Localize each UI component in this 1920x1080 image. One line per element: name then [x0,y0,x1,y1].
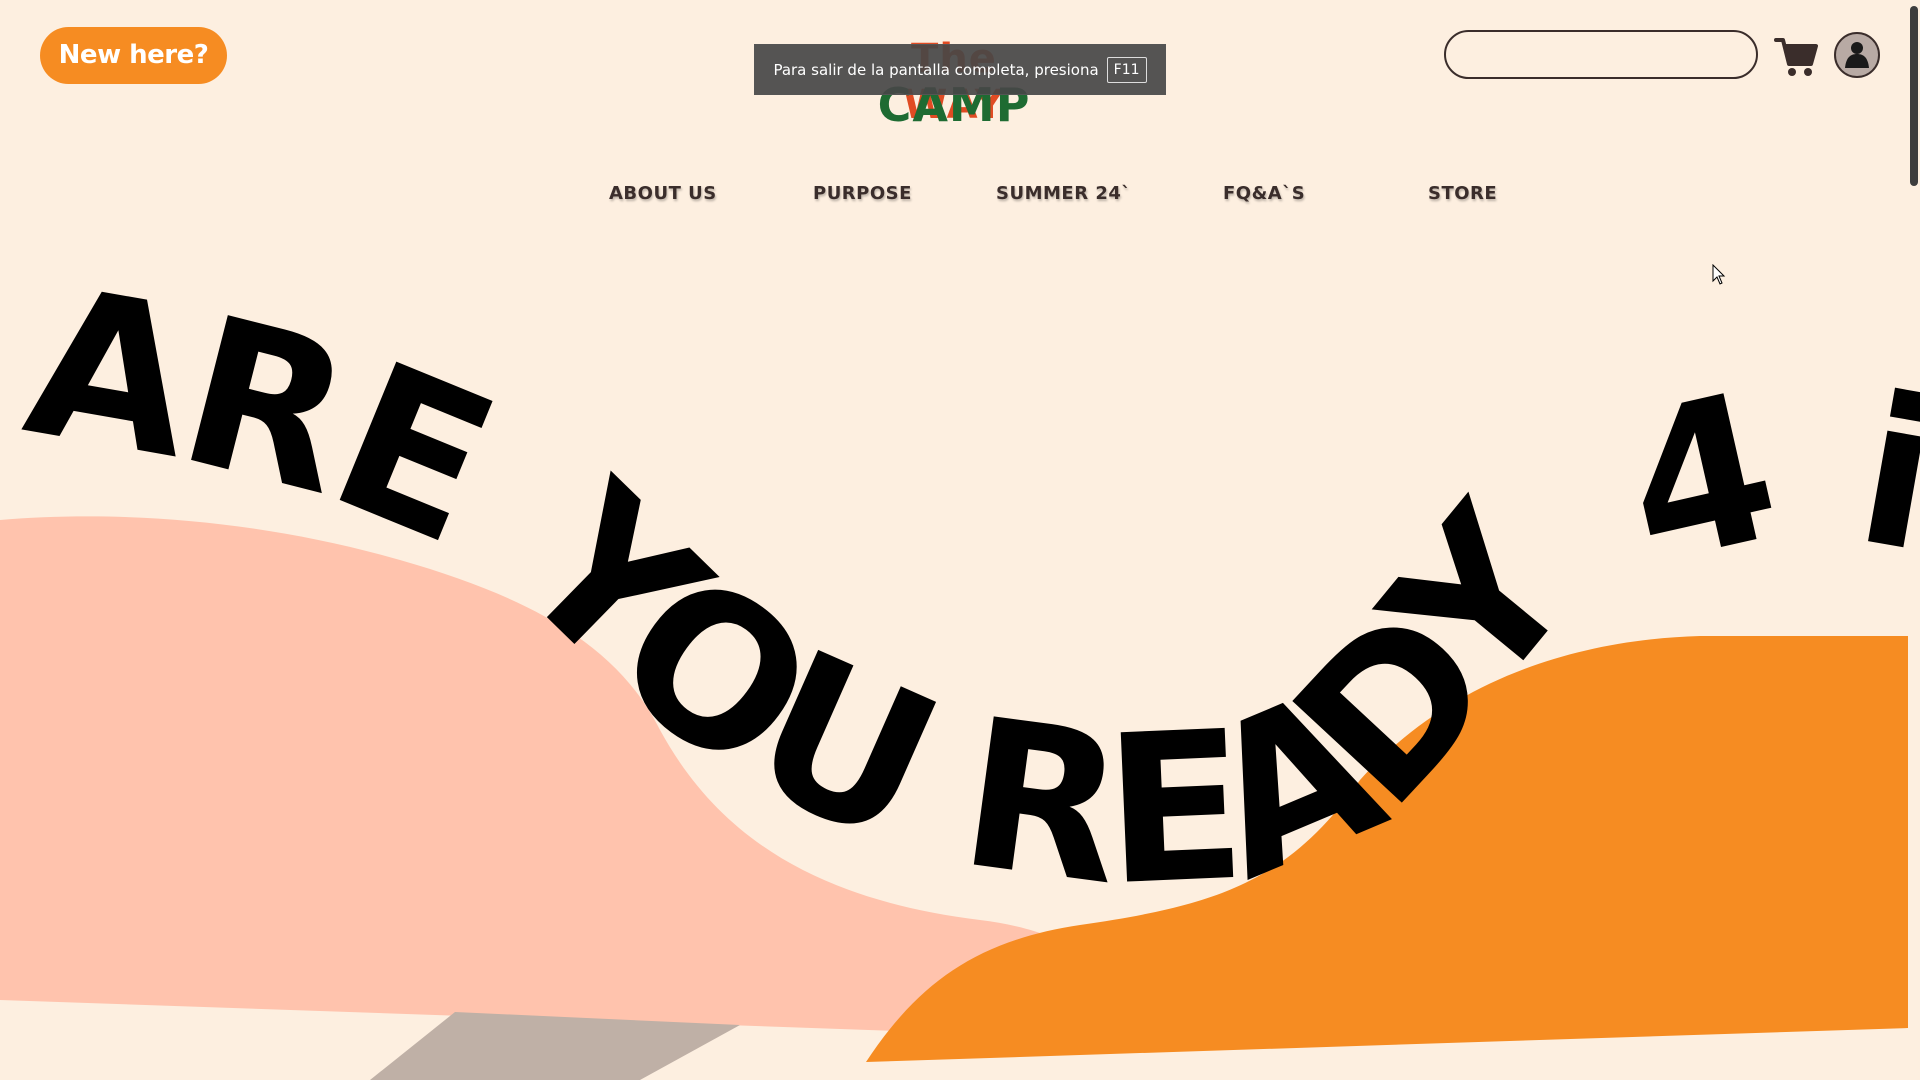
search-input[interactable] [1444,30,1758,79]
scrollbar-thumb[interactable] [1910,6,1918,186]
page: ARE YOU READY 4 iT? New here? The WAY CA… [0,0,1920,1080]
scrollbar[interactable] [1908,0,1920,1080]
main-nav: ABOUT US PURPOSE SUMMER 24` FQ&A`S STORE [0,183,1920,213]
new-here-button[interactable]: New here? [40,27,227,84]
nav-store[interactable]: STORE [1428,183,1497,204]
mouse-cursor-icon [1712,264,1726,285]
nav-about-us[interactable]: ABOUT US [609,183,717,204]
cart-icon[interactable] [1774,34,1818,78]
nav-fqas[interactable]: FQ&A`S [1223,183,1305,204]
user-icon[interactable] [1834,32,1880,78]
fullscreen-key: F11 [1106,56,1147,83]
orange-hill [866,636,1908,1062]
nav-purpose[interactable]: PURPOSE [813,183,912,204]
fullscreen-notice: Para salir de la pantalla completa, pres… [754,44,1166,95]
fullscreen-notice-text: Para salir de la pantalla completa, pres… [773,60,1099,79]
background-hills [0,516,1908,1080]
nav-summer-24[interactable]: SUMMER 24` [996,183,1131,204]
